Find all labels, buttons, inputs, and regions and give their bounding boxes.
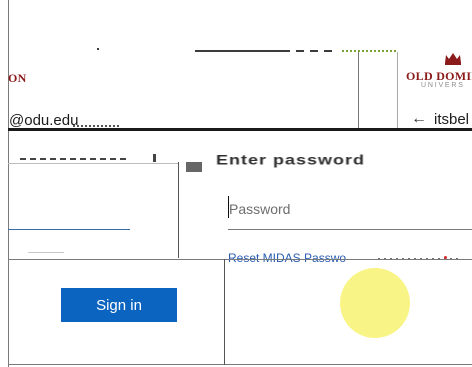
panel-divider [178, 162, 179, 258]
page-title: Enter password [216, 152, 366, 168]
left-panel-top-border [8, 163, 178, 164]
cursor-highlight [340, 268, 410, 338]
frame-bottom-border [8, 364, 472, 365]
account-email: @odu.edu [9, 112, 79, 129]
section-divider-vertical [224, 259, 225, 365]
heading-artifact [20, 158, 130, 160]
top-separator-fragment [97, 48, 99, 50]
section-divider [8, 259, 472, 260]
top-separator-dotted [342, 50, 398, 52]
heading-artifact [153, 154, 156, 162]
crown-icon [445, 53, 461, 65]
top-separator [195, 50, 290, 52]
left-panel-divider [28, 252, 64, 253]
heading-artifact [186, 162, 202, 172]
frame-left-border [8, 0, 9, 367]
header-divider [8, 128, 472, 131]
vertical-divider [358, 52, 359, 130]
left-field-underline [8, 229, 130, 230]
back-arrow-icon[interactable]: ← [411, 110, 427, 128]
password-field-underline [228, 229, 472, 230]
brand-name-left: ON [8, 71, 27, 85]
password-placeholder: Password [229, 201, 291, 217]
email-obscured-dots [73, 125, 121, 127]
back-user-identity[interactable]: itsbel [434, 111, 469, 128]
top-separator-dashed [296, 50, 338, 52]
reset-password-link[interactable]: Reset MIDAS Passwo [228, 251, 378, 265]
vertical-divider [397, 52, 398, 130]
brand-subtitle: UNIVERS [421, 82, 465, 89]
sign-in-button[interactable]: Sign in [61, 288, 177, 322]
